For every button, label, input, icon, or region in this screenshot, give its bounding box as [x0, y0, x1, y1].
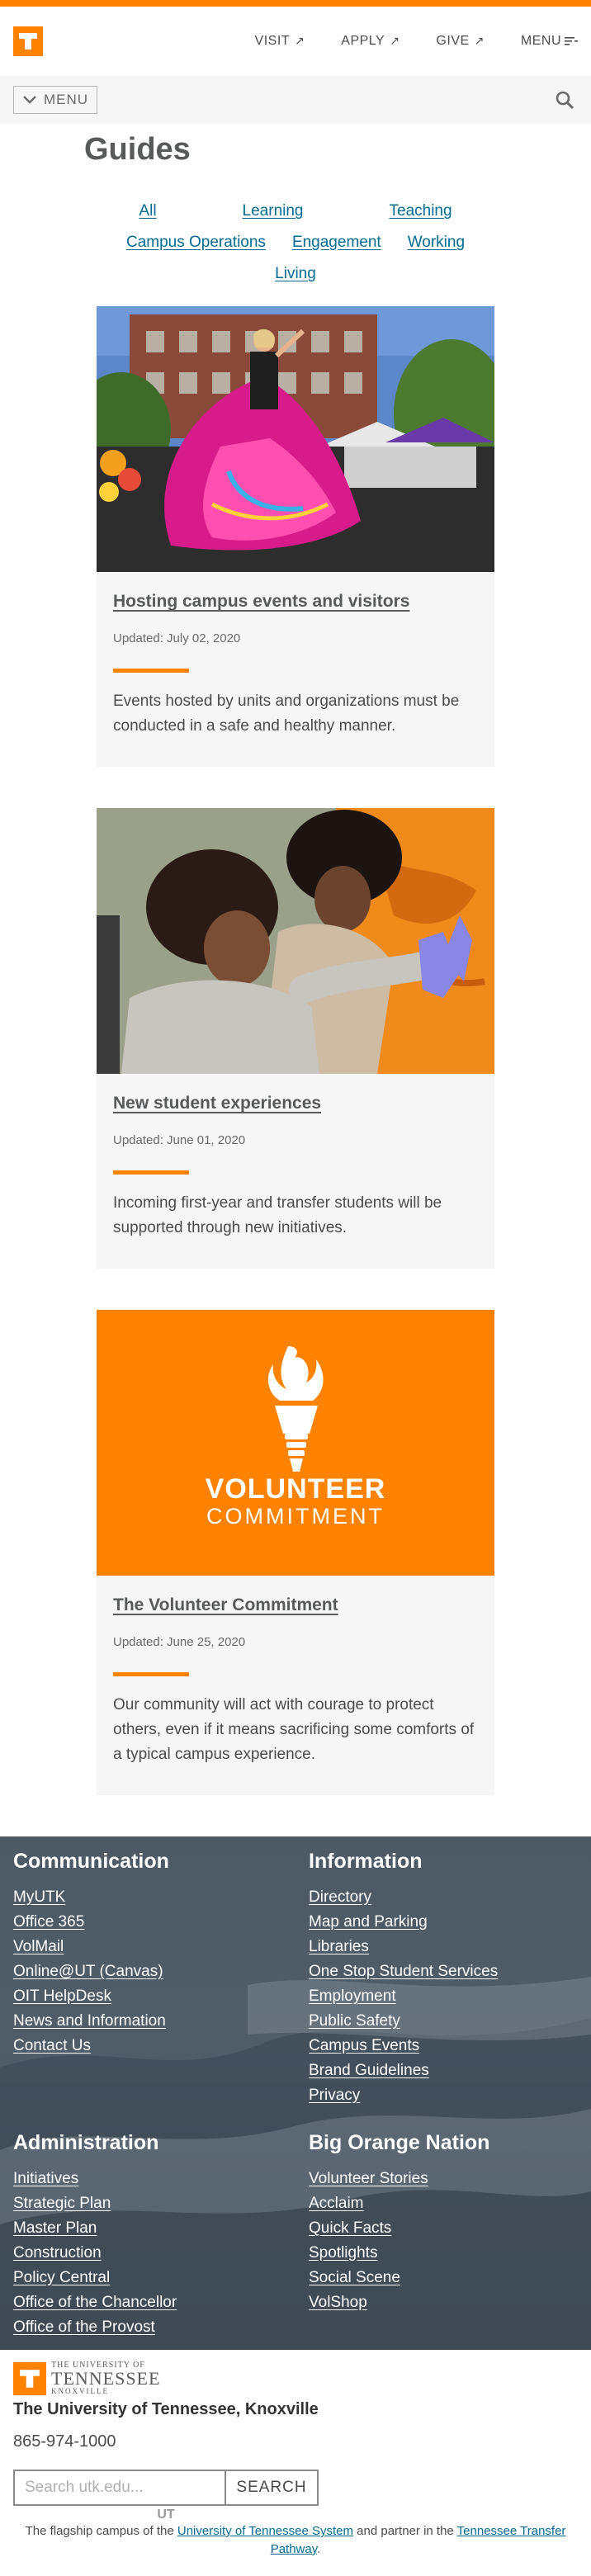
filter-living[interactable]: Living: [275, 265, 316, 283]
university-info: THE UNIVERSITY OF TENNESSEE KNOXVILLE Th…: [0, 2350, 591, 2563]
footer-link[interactable]: Libraries: [309, 1935, 578, 1959]
top-links: VISIT ↗ APPLY ↗ GIVE ↗ MENU: [255, 34, 578, 49]
card-title[interactable]: Hosting campus events and visitors: [113, 592, 409, 611]
flagship-statement: The flagship campus of the University of…: [25, 2524, 566, 2556]
apply-link[interactable]: APPLY ↗: [341, 34, 400, 49]
footer-link[interactable]: Office of the Chancellor: [13, 2290, 309, 2315]
card-date: Updated: June 25, 2020: [113, 1635, 246, 1649]
footer-link[interactable]: Social Scene: [309, 2266, 578, 2290]
card-image-event-dancer[interactable]: [97, 306, 494, 572]
footer-section-big-orange-nation: Big Orange Nation Volunteer Stories Accl…: [309, 2131, 578, 2340]
top-accent-bar: [0, 0, 591, 7]
footer-section-information: Information Directory Map and Parking Li…: [309, 1850, 578, 2108]
wordmark-text: THE UNIVERSITY OF TENNESSEE KNOXVILLE: [51, 2361, 161, 2395]
footer-link[interactable]: Quick Facts: [309, 2216, 578, 2241]
top-menu-button[interactable]: MENU: [521, 34, 578, 49]
footer-link[interactable]: Contact Us: [13, 2034, 309, 2058]
footer-heading: Big Orange Nation: [309, 2131, 490, 2154]
filter-all[interactable]: All: [139, 202, 156, 220]
card-divider: [113, 669, 189, 673]
card-image-volunteer-commitment[interactable]: VOLUNTEER COMMITMENT: [97, 1310, 494, 1576]
footer-link[interactable]: Acclaim: [309, 2191, 578, 2216]
filter-working[interactable]: Working: [408, 234, 465, 252]
external-arrow-icon: ↗: [295, 34, 305, 47]
footer-link[interactable]: One Stop Student Services: [309, 1959, 578, 1984]
site-search: SEARCH: [13, 2470, 319, 2506]
footer-link[interactable]: Public Safety: [309, 2009, 578, 2034]
footer-heading: Administration: [13, 2131, 159, 2154]
secondary-bar: MENU: [0, 76, 591, 124]
footer-link[interactable]: Online@UT (Canvas): [13, 1959, 309, 1984]
card-divider: [113, 1170, 189, 1175]
guide-card: Hosting campus events and visitors Updat…: [97, 306, 494, 767]
footer-link[interactable]: Master Plan: [13, 2216, 309, 2241]
card-divider: [113, 1672, 189, 1676]
footer-section-communication: Communication MyUTK Office 365 VolMail O…: [13, 1850, 309, 2108]
guide-card: New student experiences Updated: June 01…: [97, 808, 494, 1269]
footer-heading: Communication: [13, 1850, 169, 1873]
footer-link[interactable]: Directory: [309, 1885, 578, 1910]
power-t-icon: [20, 2369, 40, 2388]
footer-link[interactable]: Campus Events: [309, 2034, 578, 2058]
card-date: Updated: July 02, 2020: [113, 631, 241, 645]
ut-wordmark-logo[interactable]: THE UNIVERSITY OF TENNESSEE KNOXVILLE: [13, 2361, 578, 2395]
footer-link[interactable]: Brand Guidelines: [309, 2058, 578, 2083]
card-description: Incoming first-year and transfer student…: [113, 1194, 442, 1236]
footer-section-administration: Administration Initiatives Strategic Pla…: [13, 2131, 309, 2340]
search-input[interactable]: [13, 2470, 225, 2506]
footer-link[interactable]: Construction: [13, 2241, 309, 2266]
menu-lines-icon: [565, 37, 578, 45]
page-title: Guides: [84, 132, 191, 167]
volunteer-commitment-wordmark: VOLUNTEER COMMITMENT: [205, 1473, 386, 1529]
visit-link[interactable]: VISIT ↗: [255, 34, 305, 49]
footer-link[interactable]: Policy Central: [13, 2266, 309, 2290]
search-button[interactable]: [551, 87, 578, 113]
footer-link[interactable]: Volunteer Stories: [309, 2167, 578, 2191]
search-submit-button[interactable]: SEARCH: [225, 2470, 319, 2506]
power-t-logo: [13, 2361, 46, 2395]
filter-learning[interactable]: Learning: [243, 202, 304, 220]
external-arrow-icon: ↗: [390, 34, 400, 47]
footer-link[interactable]: Strategic Plan: [13, 2191, 309, 2216]
footer-heading: Information: [309, 1850, 423, 1873]
university-name: The University of Tennessee, Knoxville: [13, 2400, 319, 2418]
filter-teaching[interactable]: Teaching: [390, 202, 452, 220]
search-icon: [556, 91, 574, 110]
card-description: Our community will act with courage to p…: [113, 1696, 475, 1763]
footer-link[interactable]: Initiatives: [13, 2167, 309, 2191]
power-t-icon: [19, 33, 37, 50]
guide-cards: Hosting campus events and visitors Updat…: [97, 306, 494, 1795]
external-arrow-icon: ↗: [474, 34, 485, 47]
footer-link[interactable]: MyUTK: [13, 1885, 309, 1910]
footer-links: Communication MyUTK Office 365 VolMail O…: [0, 1836, 591, 2350]
footer-link[interactable]: VolMail: [13, 1935, 309, 1959]
torch-icon: [267, 1346, 324, 1472]
footer-link[interactable]: Map and Parking: [309, 1910, 578, 1935]
footer-link[interactable]: Employment: [309, 1984, 578, 2009]
footer-link[interactable]: Privacy: [309, 2083, 578, 2108]
card-date: Updated: June 01, 2020: [113, 1133, 246, 1147]
chevron-down-icon: [23, 96, 36, 104]
ut-small-logo: UT: [157, 2507, 175, 2522]
guide-card: VOLUNTEER COMMITMENT The Volunteer Commi…: [97, 1310, 494, 1795]
top-navigation: VISIT ↗ APPLY ↗ GIVE ↗ MENU: [0, 7, 591, 76]
ut-logo[interactable]: [13, 26, 43, 56]
card-title[interactable]: The Volunteer Commitment: [113, 1595, 338, 1614]
card-image-students-painting-rock[interactable]: [97, 808, 494, 1074]
filter-campus-operations[interactable]: Campus Operations: [126, 234, 266, 252]
footer-link[interactable]: VolShop: [309, 2290, 578, 2315]
card-description: Events hosted by units and organizations…: [113, 692, 460, 735]
footer-link[interactable]: Spotlights: [309, 2241, 578, 2266]
footer-link[interactable]: News and Information: [13, 2009, 309, 2034]
filter-engagement[interactable]: Engagement: [292, 234, 381, 252]
footer-link[interactable]: OIT HelpDesk: [13, 1984, 309, 2009]
give-link[interactable]: GIVE ↗: [436, 34, 484, 49]
footer-link[interactable]: Office 365: [13, 1910, 309, 1935]
phone-number[interactable]: 865-974-1000: [13, 2432, 578, 2451]
section-menu-button[interactable]: MENU: [13, 86, 98, 114]
card-title[interactable]: New student experiences: [113, 1094, 321, 1113]
footer-link[interactable]: Office of the Provost: [13, 2315, 309, 2340]
ut-system-link[interactable]: University of Tennessee System: [177, 2524, 353, 2538]
guide-filters: All Learning Teaching Campus Operations …: [81, 202, 510, 283]
